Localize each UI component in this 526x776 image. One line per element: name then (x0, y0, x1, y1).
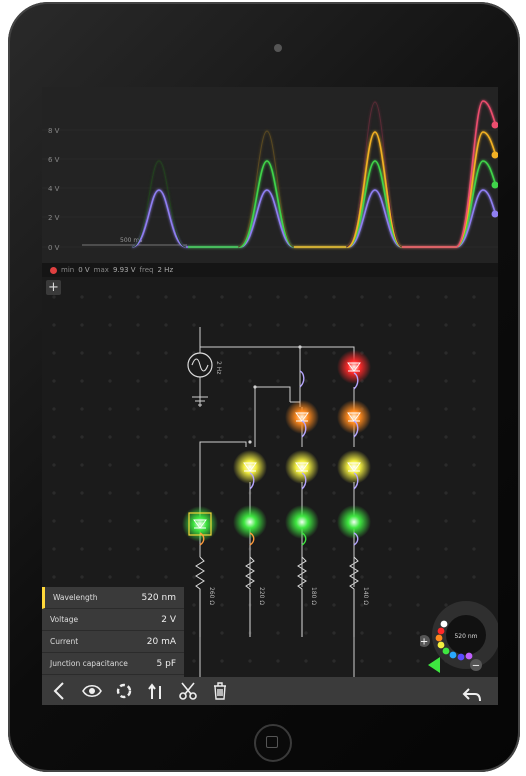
resistor-3-label: 180 Ω (310, 587, 317, 605)
y-tick-4v: 4 V (48, 185, 60, 193)
flip-button[interactable] (142, 677, 170, 705)
led-orange-1[interactable] (285, 400, 319, 434)
trace-red (402, 100, 497, 248)
led-red-1[interactable] (337, 350, 371, 384)
oscilloscope-status-bar: min 0 V max 9.93 V freq 2 Hz (42, 263, 498, 277)
wheel-value: 520 nm (454, 633, 477, 640)
rotate-button[interactable] (110, 677, 138, 705)
view-button[interactable] (78, 677, 106, 705)
resistor-2-label: 220 Ω (258, 587, 265, 605)
cut-icon (179, 682, 197, 700)
add-probe-button[interactable]: + (46, 280, 61, 295)
trace-violet (131, 189, 497, 248)
y-tick-0v: 0 V (48, 244, 60, 252)
component-info-panel: Wavelength 520 nm Voltage 2 V Current 20… (42, 587, 184, 677)
info-label: Wavelength (53, 593, 98, 602)
wavelength-wheel[interactable]: 520 nm + − (418, 595, 498, 677)
camera (274, 44, 282, 52)
led-green-2[interactable] (233, 505, 267, 539)
wheel-plus-button[interactable]: + (420, 637, 428, 648)
info-label: Voltage (50, 615, 79, 624)
resistor-4-label: 140 Ω (362, 587, 369, 605)
min-value: 0 V (78, 266, 90, 274)
trace-green (188, 160, 497, 248)
undo-button[interactable] (458, 681, 486, 705)
info-value: 520 nm (141, 592, 176, 603)
rotate-icon (116, 683, 132, 699)
freq-label: freq (139, 266, 154, 274)
led-yellow-1[interactable] (233, 450, 267, 484)
wheel-minus-button[interactable]: − (472, 661, 480, 672)
undo-icon (462, 688, 481, 702)
led-yellow-3[interactable] (337, 450, 371, 484)
flip-icon (148, 683, 161, 699)
led-green-3[interactable] (285, 505, 319, 539)
source-frequency-label: 2 Hz (215, 361, 222, 374)
wheel-pointer-icon (428, 657, 440, 673)
eye-icon (82, 684, 102, 698)
min-label: min (61, 266, 75, 274)
info-row-wavelength[interactable]: Wavelength 520 nm (42, 587, 184, 609)
y-tick-8v: 8 V (48, 127, 60, 135)
back-icon (53, 682, 64, 700)
info-label: Junction capacitance (50, 659, 128, 668)
delete-button[interactable] (206, 677, 234, 705)
info-value: 5 pF (156, 658, 176, 669)
info-row-voltage[interactable]: Voltage 2 V (42, 609, 184, 631)
back-button[interactable] (46, 677, 74, 705)
bottom-toolbar (42, 677, 498, 705)
info-value: 2 V (161, 614, 176, 625)
max-label: max (93, 266, 109, 274)
y-tick-2v: 2 V (48, 214, 60, 222)
info-value: 20 mA (146, 636, 176, 647)
cut-button[interactable] (174, 677, 202, 705)
y-tick-6v: 6 V (48, 156, 60, 164)
info-row-current[interactable]: Current 20 mA (42, 631, 184, 653)
info-row-junction-capacitance[interactable]: Junction capacitance 5 pF (42, 653, 184, 675)
app-screen: 8 V 6 V 4 V 2 V 0 V 500 ms min 0 V max 9… (42, 87, 498, 705)
led-yellow-2[interactable] (285, 450, 319, 484)
oscilloscope[interactable]: 8 V 6 V 4 V 2 V 0 V 500 ms (42, 87, 498, 263)
led-orange-2[interactable] (337, 400, 371, 434)
freq-value: 2 Hz (157, 266, 174, 274)
resistor-1-label: 260 Ω (208, 587, 215, 605)
tablet-device: 8 V 6 V 4 V 2 V 0 V 500 ms min 0 V max 9… (8, 2, 520, 772)
max-value: 9.93 V (112, 266, 136, 274)
led-green-selected[interactable] (182, 506, 218, 542)
led-green-4[interactable] (337, 505, 371, 539)
probe-indicator[interactable] (50, 266, 57, 274)
home-button[interactable] (254, 724, 292, 762)
info-label: Current (50, 637, 79, 646)
trash-icon (214, 682, 226, 700)
oscilloscope-plot: 8 V 6 V 4 V 2 V 0 V 500 ms (42, 100, 498, 252)
